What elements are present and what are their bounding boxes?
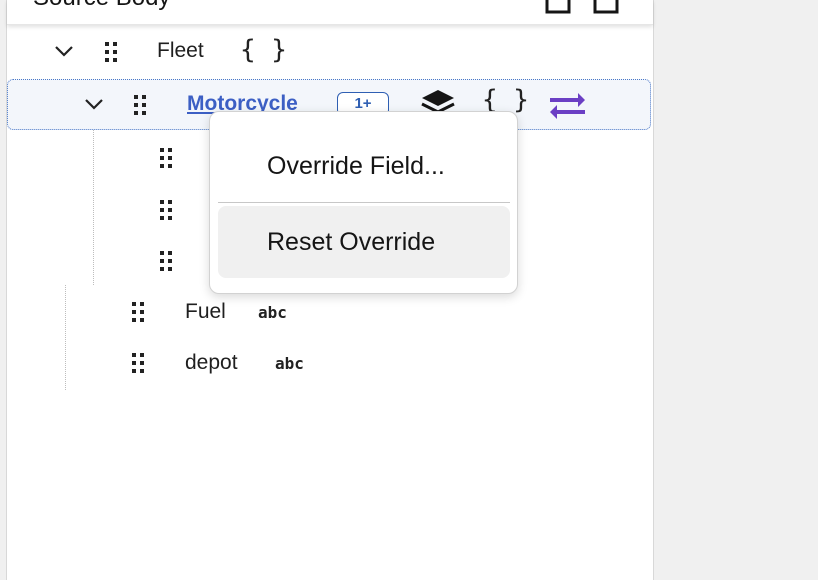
object-type-icon: { } [240,35,287,65]
panel-header: Source Body [7,0,653,25]
context-menu: Override Field... Reset Override [209,111,518,294]
drag-handle-icon[interactable] [159,250,173,272]
field-label: depot [185,351,238,374]
transform-arrows-icon[interactable] [550,91,586,119]
drag-handle-icon[interactable] [159,199,173,221]
drag-handle-icon[interactable] [133,94,147,116]
menu-item-reset-override[interactable]: Reset Override [218,206,510,278]
tree-row-depot[interactable]: depot abc [0,339,650,387]
string-type-icon: abc [258,303,287,322]
string-type-icon: abc [275,354,304,373]
expand-icon[interactable] [591,0,621,21]
drag-handle-icon[interactable] [131,301,145,323]
drag-handle-icon[interactable] [131,352,145,374]
menu-divider [218,202,510,203]
tree-row-fuel[interactable]: Fuel abc [0,288,650,336]
drag-handle-icon[interactable] [104,41,118,63]
chevron-down-icon[interactable] [54,41,74,61]
import-schema-icon[interactable] [545,0,571,21]
drag-handle-icon[interactable] [159,147,173,169]
field-label: Fuel [185,300,226,323]
tree-row-fleet[interactable]: Fleet { } [0,28,650,76]
panel-title: Source Body [33,0,170,12]
field-label: Fleet [157,39,204,62]
chevron-down-icon[interactable] [84,94,104,114]
tree-guide-line [93,130,94,285]
menu-item-override-field[interactable]: Override Field... [218,130,510,202]
